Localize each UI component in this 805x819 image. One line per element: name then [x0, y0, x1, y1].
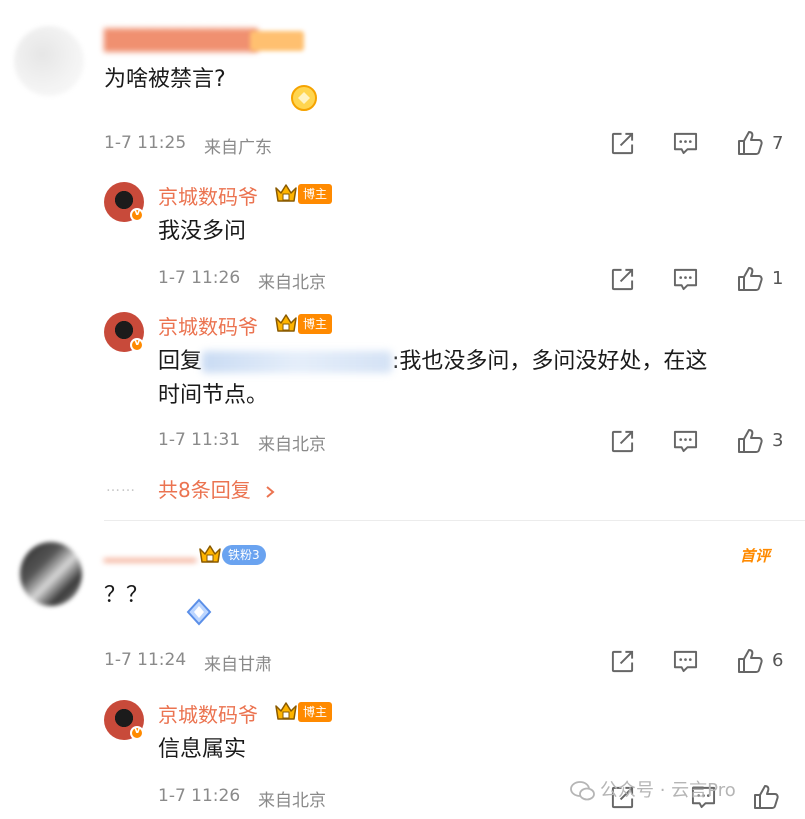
verified-icon	[130, 725, 144, 740]
comment-icon[interactable]	[672, 649, 699, 674]
watermark: 公众号 · 云言Pro	[570, 776, 736, 802]
comment-time: 1-7 11:24	[104, 650, 187, 670]
avatar[interactable]	[20, 542, 82, 606]
comment-location: 来自甘肃	[204, 655, 272, 675]
first-comment-tag: 首评	[740, 547, 771, 565]
crown-icon	[274, 700, 298, 722]
like-icon[interactable]	[736, 647, 764, 675]
share-icon[interactable]	[610, 649, 635, 674]
reply-time: 1-7 11:26	[158, 786, 241, 806]
reply-text: 信息属实	[158, 737, 247, 762]
comment-2: ▁▁▁▁▁▁ 铁粉3 首评 ？？ 1-7 11:24 来自甘肃 6 京城数码爷 …	[0, 0, 805, 819]
like-icon[interactable]	[752, 783, 780, 811]
reply-author[interactable]: 京城数码爷	[158, 699, 258, 728]
watermark-text: 公众号 · 云言Pro	[600, 780, 736, 801]
sticker-icon	[186, 598, 212, 626]
comment-text: ？？	[104, 583, 149, 608]
fan-badge: 铁粉3	[222, 545, 266, 565]
crown-icon	[198, 543, 222, 565]
like-count: 6	[772, 650, 784, 671]
host-badge: 博主	[298, 702, 333, 722]
reply-location: 来自北京	[258, 791, 326, 811]
wechat-icon	[570, 781, 595, 801]
username-blurred[interactable]: ▁▁▁▁▁▁	[104, 538, 196, 562]
